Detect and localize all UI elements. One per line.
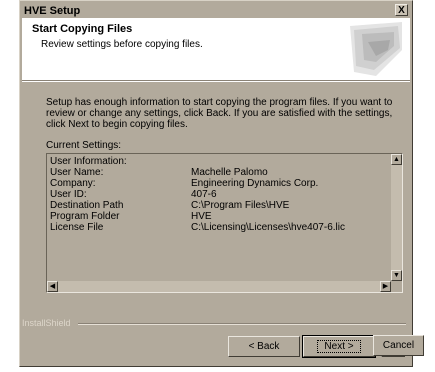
settings-section-title: User Information: [50, 156, 388, 167]
description-text: Setup has enough information to start co… [46, 97, 393, 130]
page-subtitle: Review settings before copying files. [41, 39, 203, 50]
settings-row: User ID: 407-6 [50, 189, 388, 200]
settings-key: Destination Path [50, 200, 124, 211]
window-title: HVE Setup [24, 4, 81, 17]
back-button[interactable]: < Back [228, 336, 300, 357]
settings-key: License File [50, 222, 104, 233]
installshield-brand: InstallShield [22, 318, 71, 328]
settings-value: 407-6 [191, 189, 217, 200]
header-divider [22, 81, 410, 82]
vertical-scrollbar[interactable]: ▲ ▼ [391, 154, 402, 281]
settings-value: HVE [191, 211, 212, 222]
scroll-right-icon[interactable]: ▶ [380, 281, 391, 292]
settings-value: Engineering Dynamics Corp. [191, 178, 319, 189]
scroll-down-icon[interactable]: ▼ [391, 270, 402, 281]
settings-row: License File C:\Licensing\Licenses\hve40… [50, 222, 388, 233]
header-panel: Start Copying Files Review settings befo… [22, 18, 410, 81]
current-settings-label: Current Settings: [46, 140, 122, 151]
footer-divider [78, 323, 406, 325]
settings-value: Machelle Palomo [191, 167, 268, 178]
cancel-button-label: Cancel [382, 340, 415, 351]
settings-key: Program Folder [50, 211, 120, 222]
current-settings-box[interactable]: User Information: User Name: Machelle Pa… [46, 153, 403, 293]
scroll-left-icon[interactable]: ◀ [47, 281, 58, 292]
section-title-text: User Information: [50, 156, 127, 167]
next-button[interactable]: Next > [302, 335, 376, 358]
settings-key: User Name: [50, 167, 104, 178]
cancel-button[interactable]: Cancel [373, 335, 424, 356]
scroll-up-icon[interactable]: ▲ [391, 154, 402, 165]
close-button[interactable]: X [395, 4, 408, 16]
next-button-label: Next > [317, 340, 361, 353]
page-title: Start Copying Files [32, 23, 133, 35]
settings-row: Program Folder HVE [50, 211, 388, 222]
settings-key: User ID: [50, 189, 87, 200]
title-bar[interactable]: HVE Setup X [22, 3, 410, 18]
settings-content: User Information: User Name: Machelle Pa… [50, 156, 388, 233]
settings-value: C:\Licensing\Licenses\hve407-6.lic [191, 222, 345, 233]
settings-row: User Name: Machelle Palomo [50, 167, 388, 178]
settings-row: Destination Path C:\Program Files\HVE [50, 200, 388, 211]
settings-key: Company: [50, 178, 96, 189]
settings-value: C:\Program Files\HVE [191, 200, 290, 211]
horizontal-scrollbar[interactable]: ◀ ▶ [47, 281, 391, 292]
setup-graphic-icon [350, 22, 402, 76]
back-button-label: < Back [248, 341, 280, 352]
settings-row: Company: Engineering Dynamics Corp. [50, 178, 388, 189]
setup-window: HVE Setup X Start Copying Files Review s… [19, 0, 413, 367]
